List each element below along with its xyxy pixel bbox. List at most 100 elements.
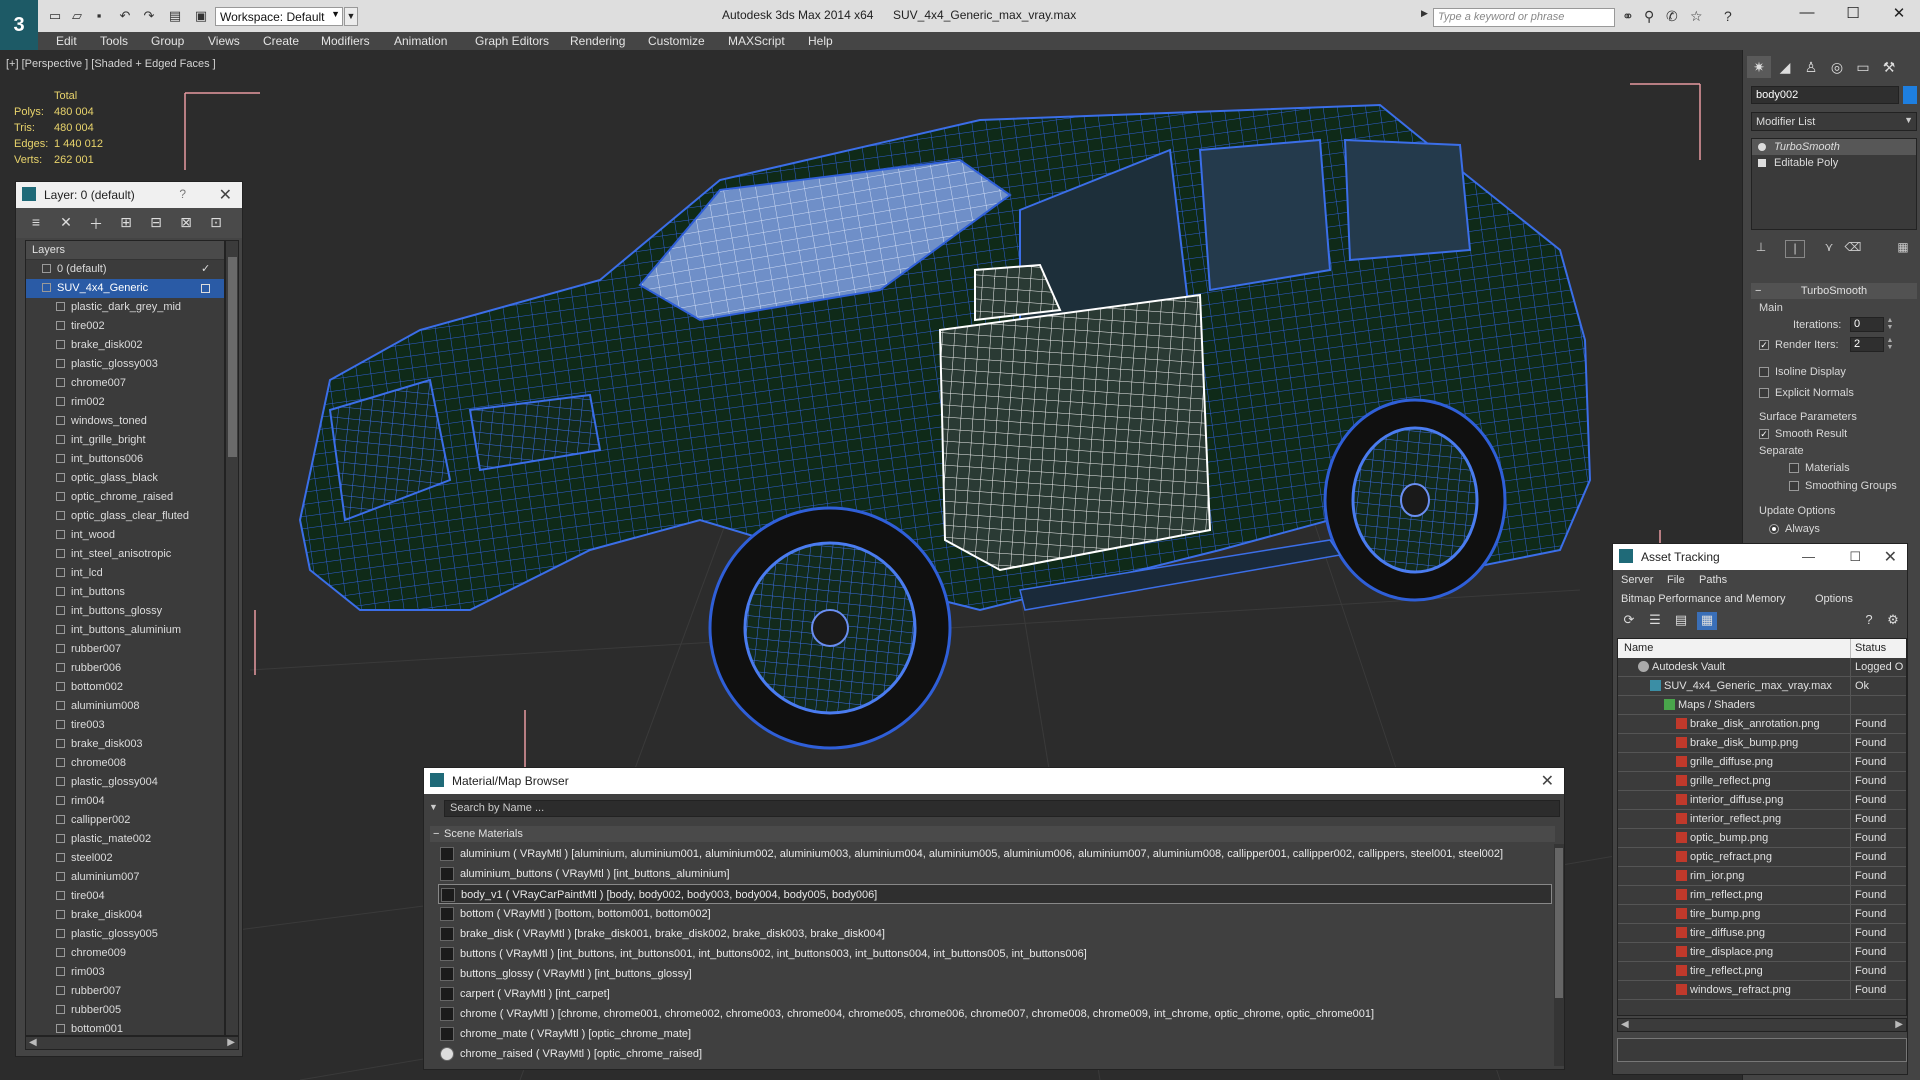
asset-tracking-title-bar[interactable]: Asset Tracking — ☐ ✕	[1613, 544, 1907, 570]
refresh-icon[interactable]: ⟳	[1619, 612, 1639, 630]
freeze-all-layers-icon[interactable]: ⊡	[206, 214, 226, 232]
menu-graph-editors[interactable]: Graph Editors	[475, 34, 549, 48]
layer-row[interactable]: rubber006	[26, 659, 224, 678]
layer-row[interactable]: optic_chrome_raised	[26, 488, 224, 507]
layer-row[interactable]: rim003	[26, 963, 224, 982]
asset-row[interactable]: brake_disk_bump.png Found	[1618, 734, 1906, 753]
asset-row[interactable]: tire_reflect.png Found	[1618, 962, 1906, 981]
object-name-field[interactable]: body002	[1751, 86, 1899, 104]
asset-row[interactable]: interior_diffuse.png Found	[1618, 791, 1906, 810]
turbosmooth-rollout-header[interactable]: − TurboSmooth	[1751, 283, 1917, 299]
asset-row[interactable]: tire_diffuse.png Found	[1618, 924, 1906, 943]
layer-row[interactable]: rim004	[26, 792, 224, 811]
expand-plus-icon[interactable]	[1758, 159, 1766, 167]
material-row[interactable]: body_v1 ( VRayCarPaintMtl ) [body, body0…	[438, 884, 1552, 904]
layer-horizontal-scrollbar[interactable]: ◀ ▶	[25, 1036, 239, 1050]
render-iters-checkbox[interactable]: ✓	[1759, 340, 1769, 350]
material-row[interactable]: aluminium ( VRayMtl ) [aluminium, alumin…	[438, 844, 1552, 864]
menu-tools[interactable]: Tools	[100, 34, 128, 48]
communication-icon[interactable]: ✆	[1666, 8, 1678, 25]
menu-create[interactable]: Create	[263, 34, 299, 48]
asset-row[interactable]: rim_reflect.png Found	[1618, 886, 1906, 905]
scene-materials-group[interactable]: − Scene Materials	[430, 826, 1555, 842]
material-scrollbar[interactable]	[1554, 844, 1564, 1066]
viewport-label[interactable]: [+] [Perspective ] [Shaded + Edged Faces…	[6, 58, 216, 70]
isoline-display-checkbox[interactable]	[1759, 367, 1769, 377]
asset-row[interactable]: rim_ior.png Found	[1618, 867, 1906, 886]
minimize-icon[interactable]: —	[1792, 4, 1822, 21]
menu-help[interactable]: Help	[808, 34, 833, 48]
scroll-left-icon[interactable]: ◀	[1621, 1019, 1629, 1030]
layer-row[interactable]: bottom001	[26, 1020, 224, 1035]
layer-row[interactable]: tire002	[26, 317, 224, 336]
layer-row[interactable]: int_steel_anisotropic	[26, 545, 224, 564]
search-expand-icon[interactable]: ▶	[1421, 8, 1428, 19]
menu-paths[interactable]: Paths	[1699, 574, 1727, 586]
undo-icon[interactable]: ↶	[116, 7, 134, 25]
asset-row[interactable]: windows_refract.png Found	[1618, 981, 1906, 1000]
menu-server[interactable]: Server	[1621, 574, 1653, 586]
menu-animation[interactable]: Animation	[394, 34, 447, 48]
stack-item-turbosmooth[interactable]: TurboSmooth	[1752, 139, 1916, 155]
spinner-arrows-icon[interactable]: ▲ ▼	[1885, 337, 1895, 352]
scroll-right-icon[interactable]: ▶	[227, 1037, 235, 1048]
asset-row[interactable]: SUV_4x4_Generic_max_vray.max Ok	[1618, 677, 1906, 696]
create-layer-icon[interactable]: ≡	[26, 214, 46, 232]
binoculars-icon[interactable]: ⚭	[1622, 8, 1634, 25]
layer-row[interactable]: rubber007	[26, 982, 224, 1001]
scroll-left-icon[interactable]: ◀	[29, 1037, 37, 1048]
maximize-icon[interactable]: ☐	[1838, 4, 1868, 22]
redo-icon[interactable]: ↷	[140, 7, 158, 25]
layer-row[interactable]: bottom002	[26, 678, 224, 697]
layer-row[interactable]: brake_disk003	[26, 735, 224, 754]
infocenter-search-input[interactable]: Type a keyword or phrase	[1433, 8, 1615, 27]
create-tab-icon[interactable]: ✷	[1747, 56, 1771, 78]
layer-row[interactable]: int_lcd	[26, 564, 224, 583]
add-to-layer-icon[interactable]: ＋	[86, 214, 106, 232]
layer-row[interactable]: tire003	[26, 716, 224, 735]
column-status-header[interactable]: Status	[1855, 642, 1886, 654]
asset-path-field[interactable]	[1617, 1038, 1907, 1062]
close-window-icon[interactable]: ✕	[1884, 4, 1914, 22]
workspace-menu-arrow-icon[interactable]: ▼	[344, 7, 358, 26]
smooth-result-checkbox[interactable]: ✓	[1759, 429, 1769, 439]
close-icon[interactable]: ✕	[219, 185, 232, 205]
hierarchy-tab-icon[interactable]: ♙	[1799, 56, 1823, 78]
always-radio[interactable]	[1769, 524, 1779, 534]
new-file-icon[interactable]: ▭	[46, 7, 64, 25]
table-view-icon[interactable]: ▦	[1697, 612, 1717, 630]
menu-bitmap-performance[interactable]: Bitmap Performance and Memory	[1621, 593, 1785, 605]
utilities-tab-icon[interactable]: ⚒	[1877, 56, 1901, 78]
layer-row[interactable]: plastic_glossy004	[26, 773, 224, 792]
layer-row[interactable]: plastic_glossy003	[26, 355, 224, 374]
layer-row[interactable]: rubber007	[26, 640, 224, 659]
layer-panel-title-bar[interactable]: Layer: 0 (default) ? ✕	[16, 182, 242, 208]
render-frame-icon[interactable]: ▣	[192, 7, 210, 25]
select-objects-icon[interactable]: ⊞	[116, 214, 136, 232]
scroll-thumb[interactable]	[1555, 848, 1563, 998]
layer-row[interactable]: brake_disk002	[26, 336, 224, 355]
highlight-selected-icon[interactable]: ⊟	[146, 214, 166, 232]
pin-stack-icon[interactable]: ⊥	[1751, 240, 1771, 258]
menu-views[interactable]: Views	[208, 34, 240, 48]
lightbulb-icon[interactable]	[1758, 143, 1766, 151]
asset-row[interactable]: Autodesk Vault Logged O	[1618, 658, 1906, 677]
modifier-list-dropdown[interactable]: Modifier List ▼	[1751, 112, 1917, 131]
material-row[interactable]: chrome_raised ( VRayMtl ) [optic_chrome_…	[438, 1044, 1552, 1064]
asset-row[interactable]: tire_displace.png Found	[1618, 943, 1906, 962]
active-layer-check-icon[interactable]: ✓	[201, 260, 210, 279]
material-row[interactable]: bottom ( VRayMtl ) [bottom, bottom001, b…	[438, 904, 1552, 924]
layer-row[interactable]: optic_glass_clear_fluted	[26, 507, 224, 526]
minimize-icon[interactable]: —	[1802, 549, 1815, 564]
material-row[interactable]: carpert ( VRayMtl ) [int_carpet]	[438, 984, 1552, 1004]
smoothing-groups-checkbox[interactable]	[1789, 481, 1799, 491]
layer-row[interactable]: plastic_glossy005	[26, 925, 224, 944]
material-row[interactable]: aluminium_buttons ( VRayMtl ) [int_butto…	[438, 864, 1552, 884]
materials-checkbox[interactable]	[1789, 463, 1799, 473]
menu-options[interactable]: Options	[1815, 593, 1853, 605]
material-row[interactable]: brake_disk ( VRayMtl ) [brake_disk001, b…	[438, 924, 1552, 944]
layer-row[interactable]: plastic_dark_grey_mid	[26, 298, 224, 317]
save-icon[interactable]: ▪	[90, 7, 108, 25]
layer-row[interactable]: int_buttons_aluminium	[26, 621, 224, 640]
layer-row[interactable]: int_grille_bright	[26, 431, 224, 450]
